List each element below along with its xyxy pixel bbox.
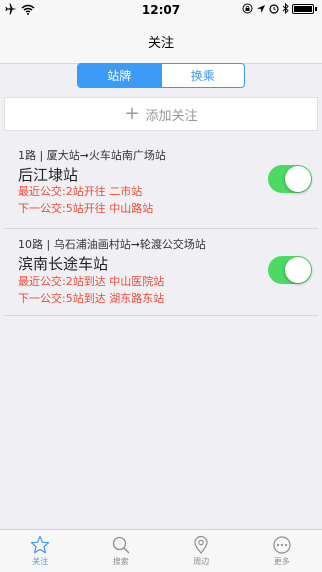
follow-card[interactable]: 10路 | 乌石浦油画村站➞轮渡公交场站 滨南长途车站 最近公交:2站到达 中山… [4, 229, 318, 316]
toggle-knob [285, 166, 311, 192]
battery-icon [292, 3, 314, 14]
status-right [242, 3, 317, 14]
segment-stations[interactable]: 站牌 [78, 64, 161, 87]
star-icon [31, 535, 50, 554]
follow-card[interactable]: 1路 | 厦大站➞火车站南广场站 后江埭站 最近公交:2站开往 二市站 下一公交… [4, 138, 318, 229]
tab-search[interactable]: 搜索 [81, 530, 162, 572]
station-name: 滨南长途车站 [18, 255, 109, 273]
nearest-bus-info: 最近公交:2站开往 二市站 [18, 185, 143, 198]
add-follow-label: 添加关注 [145, 108, 198, 124]
tab-label: 周边 [193, 557, 210, 566]
tab-label: 关注 [32, 557, 49, 566]
alarm-icon [269, 4, 279, 14]
tab-label: 搜索 [112, 557, 129, 566]
route-info: 1路 | 厦大站➞火车站南广场站 [18, 149, 166, 162]
status-bar: 12:07 [0, 0, 322, 20]
toggle-knob [285, 257, 311, 283]
tab-follow[interactable]: 关注 [0, 530, 81, 572]
nav-bar: 关注 [0, 20, 322, 64]
battery-tip [315, 6, 317, 11]
tab-label: 更多 [273, 557, 290, 566]
tab-more[interactable]: 更多 [242, 530, 322, 572]
plus-icon: + [124, 103, 140, 124]
search-icon [112, 536, 130, 554]
more-icon [273, 536, 291, 554]
page-title: 关注 [147, 36, 174, 51]
route-info: 10路 | 乌石浦油画村站➞轮渡公交场站 [18, 238, 206, 251]
tab-bar: 关注 搜索 周边 更多 [0, 529, 322, 572]
station-name: 后江埭站 [18, 166, 79, 184]
location-arrow-icon [257, 4, 265, 13]
location-pin-icon [194, 535, 208, 554]
nearest-bus-info: 最近公交:2站到达 中山医院站 [18, 275, 165, 288]
bluetooth-icon [282, 3, 289, 14]
rotation-lock-icon [242, 3, 253, 14]
segmented-control: 站牌 换乘 [77, 63, 245, 88]
tab-nearby[interactable]: 周边 [161, 530, 242, 572]
add-follow-button[interactable]: + 添加关注 [4, 97, 318, 131]
follow-toggle[interactable] [268, 256, 312, 284]
follow-toggle[interactable] [268, 165, 312, 193]
next-bus-info: 下一公交:5站开往 中山路站 [18, 202, 154, 215]
segment-transfer[interactable]: 换乘 [160, 64, 245, 87]
next-bus-info: 下一公交:5站到达 湖东路东站 [18, 292, 165, 305]
